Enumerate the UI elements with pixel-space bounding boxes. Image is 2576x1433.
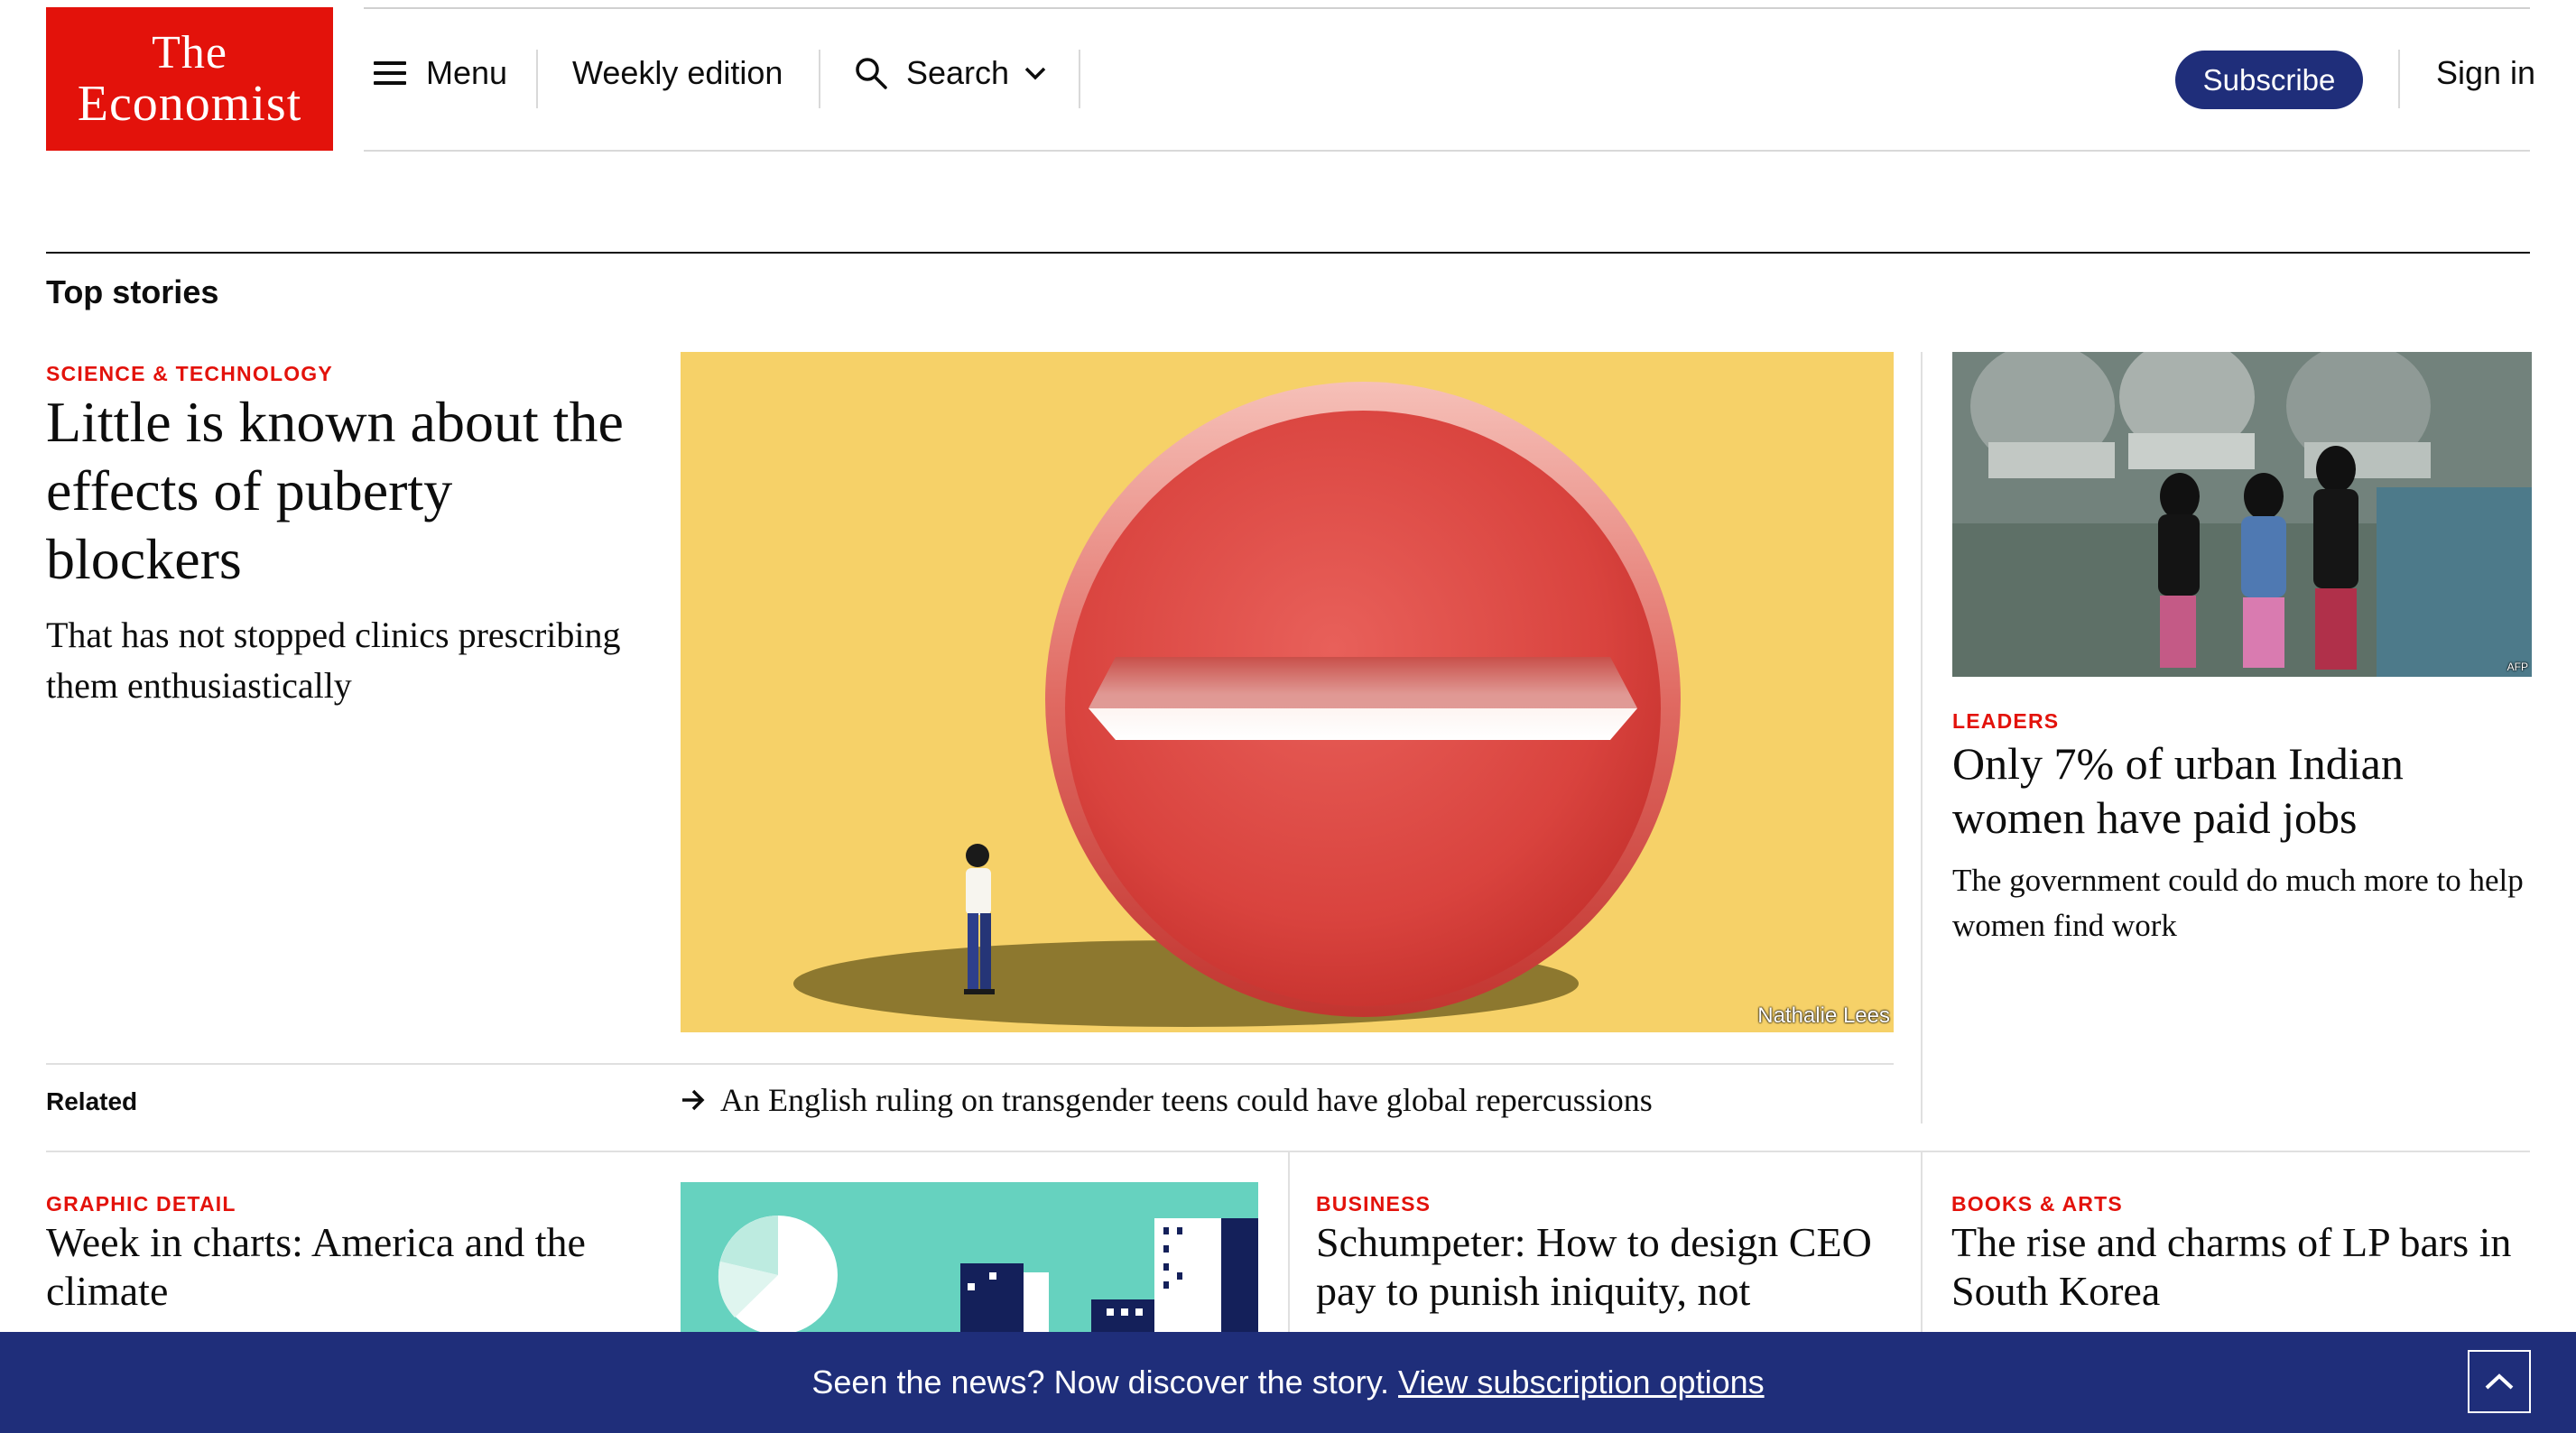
lead-rubric: That has not stopped clinics prescribing… — [46, 615, 621, 706]
column-divider — [1921, 1151, 1923, 1332]
related-link[interactable]: An English ruling on transgender teens c… — [681, 1081, 1653, 1119]
mural-photo — [1952, 352, 2532, 677]
lead-kicker[interactable]: Science & technology — [46, 362, 333, 386]
collapse-banner-button[interactable] — [2468, 1350, 2531, 1413]
subscription-options-link[interactable]: View subscription options — [1398, 1364, 1765, 1401]
chevron-down-icon — [1024, 67, 1046, 80]
section-rule — [46, 252, 2530, 254]
search-button[interactable]: Search — [854, 54, 1047, 92]
side-headline[interactable]: Only 7% of urban Indian women have paid … — [1952, 736, 2530, 845]
banner-text: Seen the news? Now discover the story. — [811, 1364, 1390, 1401]
subscription-banner: Seen the news? Now discover the story. V… — [0, 1332, 2576, 1433]
related-label: Related — [46, 1087, 138, 1115]
column-divider — [1288, 1151, 1290, 1332]
nav-separator — [536, 50, 538, 108]
business-headline[interactable]: Schumpeter: How to design CEO pay to pun… — [1316, 1218, 1894, 1316]
menu-label: Menu — [426, 54, 508, 91]
weekly-edition-label: Weekly edition — [572, 54, 783, 91]
books-arts-kicker[interactable]: Books & arts — [1951, 1192, 2123, 1216]
menu-icon — [374, 61, 406, 85]
nav-separator — [819, 50, 820, 108]
search-icon — [856, 58, 887, 89]
weekly-edition-link[interactable]: Weekly edition — [572, 54, 783, 92]
logo-line-1: The — [152, 26, 227, 79]
search-label: Search — [906, 54, 1010, 91]
economist-logo[interactable]: The Economist — [46, 7, 333, 151]
side-kicker[interactable]: Leaders — [1952, 709, 2059, 734]
lead-image-credit: Nathalie Lees — [1757, 1003, 1890, 1028]
subscribe-button[interactable]: Subscribe — [2175, 51, 2363, 109]
pill-illustration — [793, 382, 1681, 1027]
side-rubric: The government could do much more to hel… — [1952, 863, 2524, 943]
arrow-right-icon — [682, 1089, 705, 1111]
header-top-rule — [364, 7, 2530, 9]
side-image-credit: AFP — [2507, 661, 2528, 673]
lead-headline[interactable]: Little is known about the effects of pub… — [46, 388, 633, 594]
charts-illustration — [718, 1216, 1258, 1335]
related-link-text: An English ruling on transgender teens c… — [720, 1082, 1653, 1118]
related-top-rule — [46, 1063, 1894, 1065]
logo-line-2: Economist — [77, 75, 302, 132]
nav-separator — [1079, 50, 1080, 108]
lead-illustration[interactable]: Nathalie Lees — [681, 352, 1894, 1032]
sign-in-label: Sign in — [2436, 54, 2536, 91]
column-divider — [1921, 352, 1923, 1123]
side-story-photo[interactable]: AFP — [1952, 352, 2532, 677]
sign-in-link[interactable]: Sign in — [2436, 54, 2535, 92]
business-kicker[interactable]: Business — [1316, 1192, 1431, 1216]
books-arts-headline[interactable]: The rise and charms of LP bars in South … — [1951, 1218, 2529, 1316]
nav-separator — [2398, 50, 2400, 108]
section-title: Top stories — [46, 273, 219, 310]
header-bottom-rule — [364, 150, 2530, 152]
graphic-detail-kicker[interactable]: Graphic detail — [46, 1192, 236, 1216]
menu-button[interactable]: Menu — [374, 54, 507, 92]
graphic-detail-headline[interactable]: Week in charts: America and the climate — [46, 1218, 633, 1316]
chevron-up-icon — [2485, 1373, 2514, 1390]
